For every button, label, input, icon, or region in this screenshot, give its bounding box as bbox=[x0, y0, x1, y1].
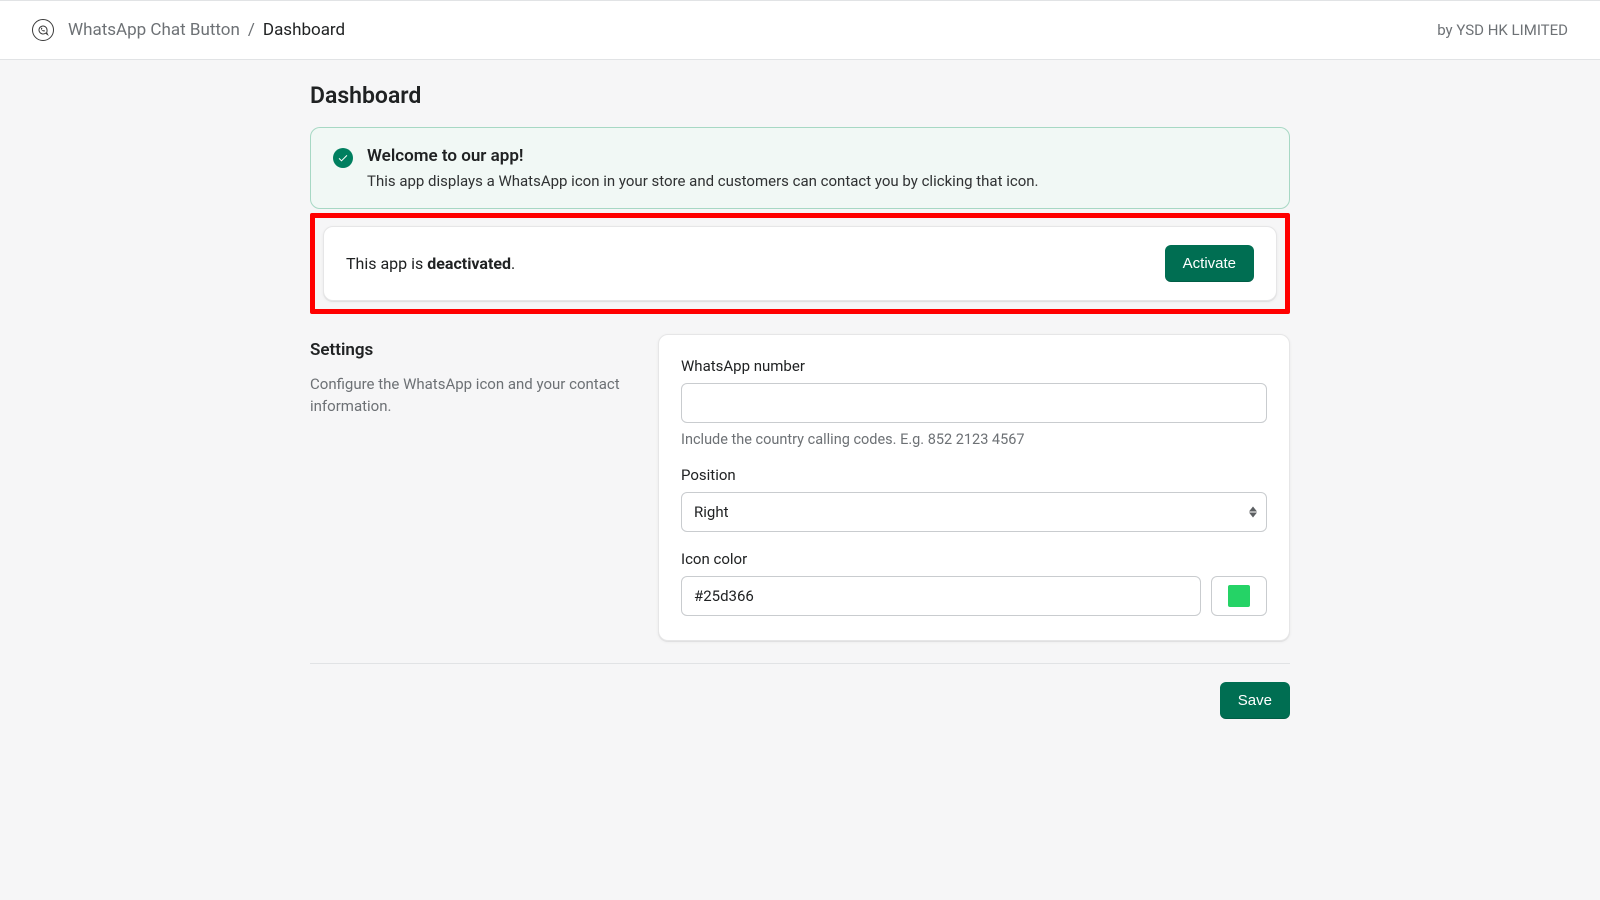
welcome-banner: Welcome to our app! This app displays a … bbox=[310, 127, 1290, 209]
whatsapp-number-input[interactable] bbox=[681, 383, 1267, 423]
divider bbox=[310, 663, 1290, 664]
welcome-title: Welcome to our app! bbox=[367, 146, 1039, 166]
status-suffix: . bbox=[511, 254, 515, 273]
whatsapp-number-helper: Include the country calling codes. E.g. … bbox=[681, 431, 1267, 448]
breadcrumb-current: Dashboard bbox=[263, 20, 345, 40]
topbar: WhatsApp Chat Button / Dashboard by YSD … bbox=[0, 0, 1600, 60]
status-state: deactivated bbox=[427, 254, 511, 273]
icon-color-input[interactable] bbox=[681, 576, 1201, 616]
position-label: Position bbox=[681, 466, 1267, 484]
byline: by YSD HK LIMITED bbox=[1437, 21, 1568, 39]
activate-button[interactable]: Activate bbox=[1165, 245, 1254, 282]
settings-card: WhatsApp number Include the country call… bbox=[658, 334, 1290, 641]
whatsapp-logo-icon bbox=[32, 19, 54, 41]
check-circle-icon bbox=[333, 148, 353, 168]
icon-color-label: Icon color bbox=[681, 550, 1267, 568]
settings-desc: Configure the WhatsApp icon and your con… bbox=[310, 374, 634, 418]
highlight-annotation: This app is deactivated. Activate bbox=[310, 213, 1290, 314]
welcome-desc: This app displays a WhatsApp icon in you… bbox=[367, 172, 1039, 190]
icon-color-field: Icon color bbox=[681, 550, 1267, 616]
whatsapp-number-label: WhatsApp number bbox=[681, 357, 1267, 375]
save-button[interactable]: Save bbox=[1220, 682, 1290, 719]
breadcrumb: WhatsApp Chat Button / Dashboard bbox=[32, 19, 345, 41]
breadcrumb-app-link[interactable]: WhatsApp Chat Button bbox=[68, 20, 240, 40]
breadcrumb-separator: / bbox=[248, 20, 255, 40]
settings-heading: Settings bbox=[310, 340, 634, 360]
page-title: Dashboard bbox=[310, 82, 1290, 109]
color-swatch bbox=[1228, 585, 1250, 607]
status-prefix: This app is bbox=[346, 254, 427, 273]
status-card: This app is deactivated. Activate bbox=[323, 226, 1277, 301]
whatsapp-number-field: WhatsApp number Include the country call… bbox=[681, 357, 1267, 448]
status-text: This app is deactivated. bbox=[346, 254, 515, 273]
color-swatch-button[interactable] bbox=[1211, 576, 1267, 616]
position-field: Position Right bbox=[681, 466, 1267, 532]
position-select[interactable]: Right bbox=[681, 492, 1267, 532]
